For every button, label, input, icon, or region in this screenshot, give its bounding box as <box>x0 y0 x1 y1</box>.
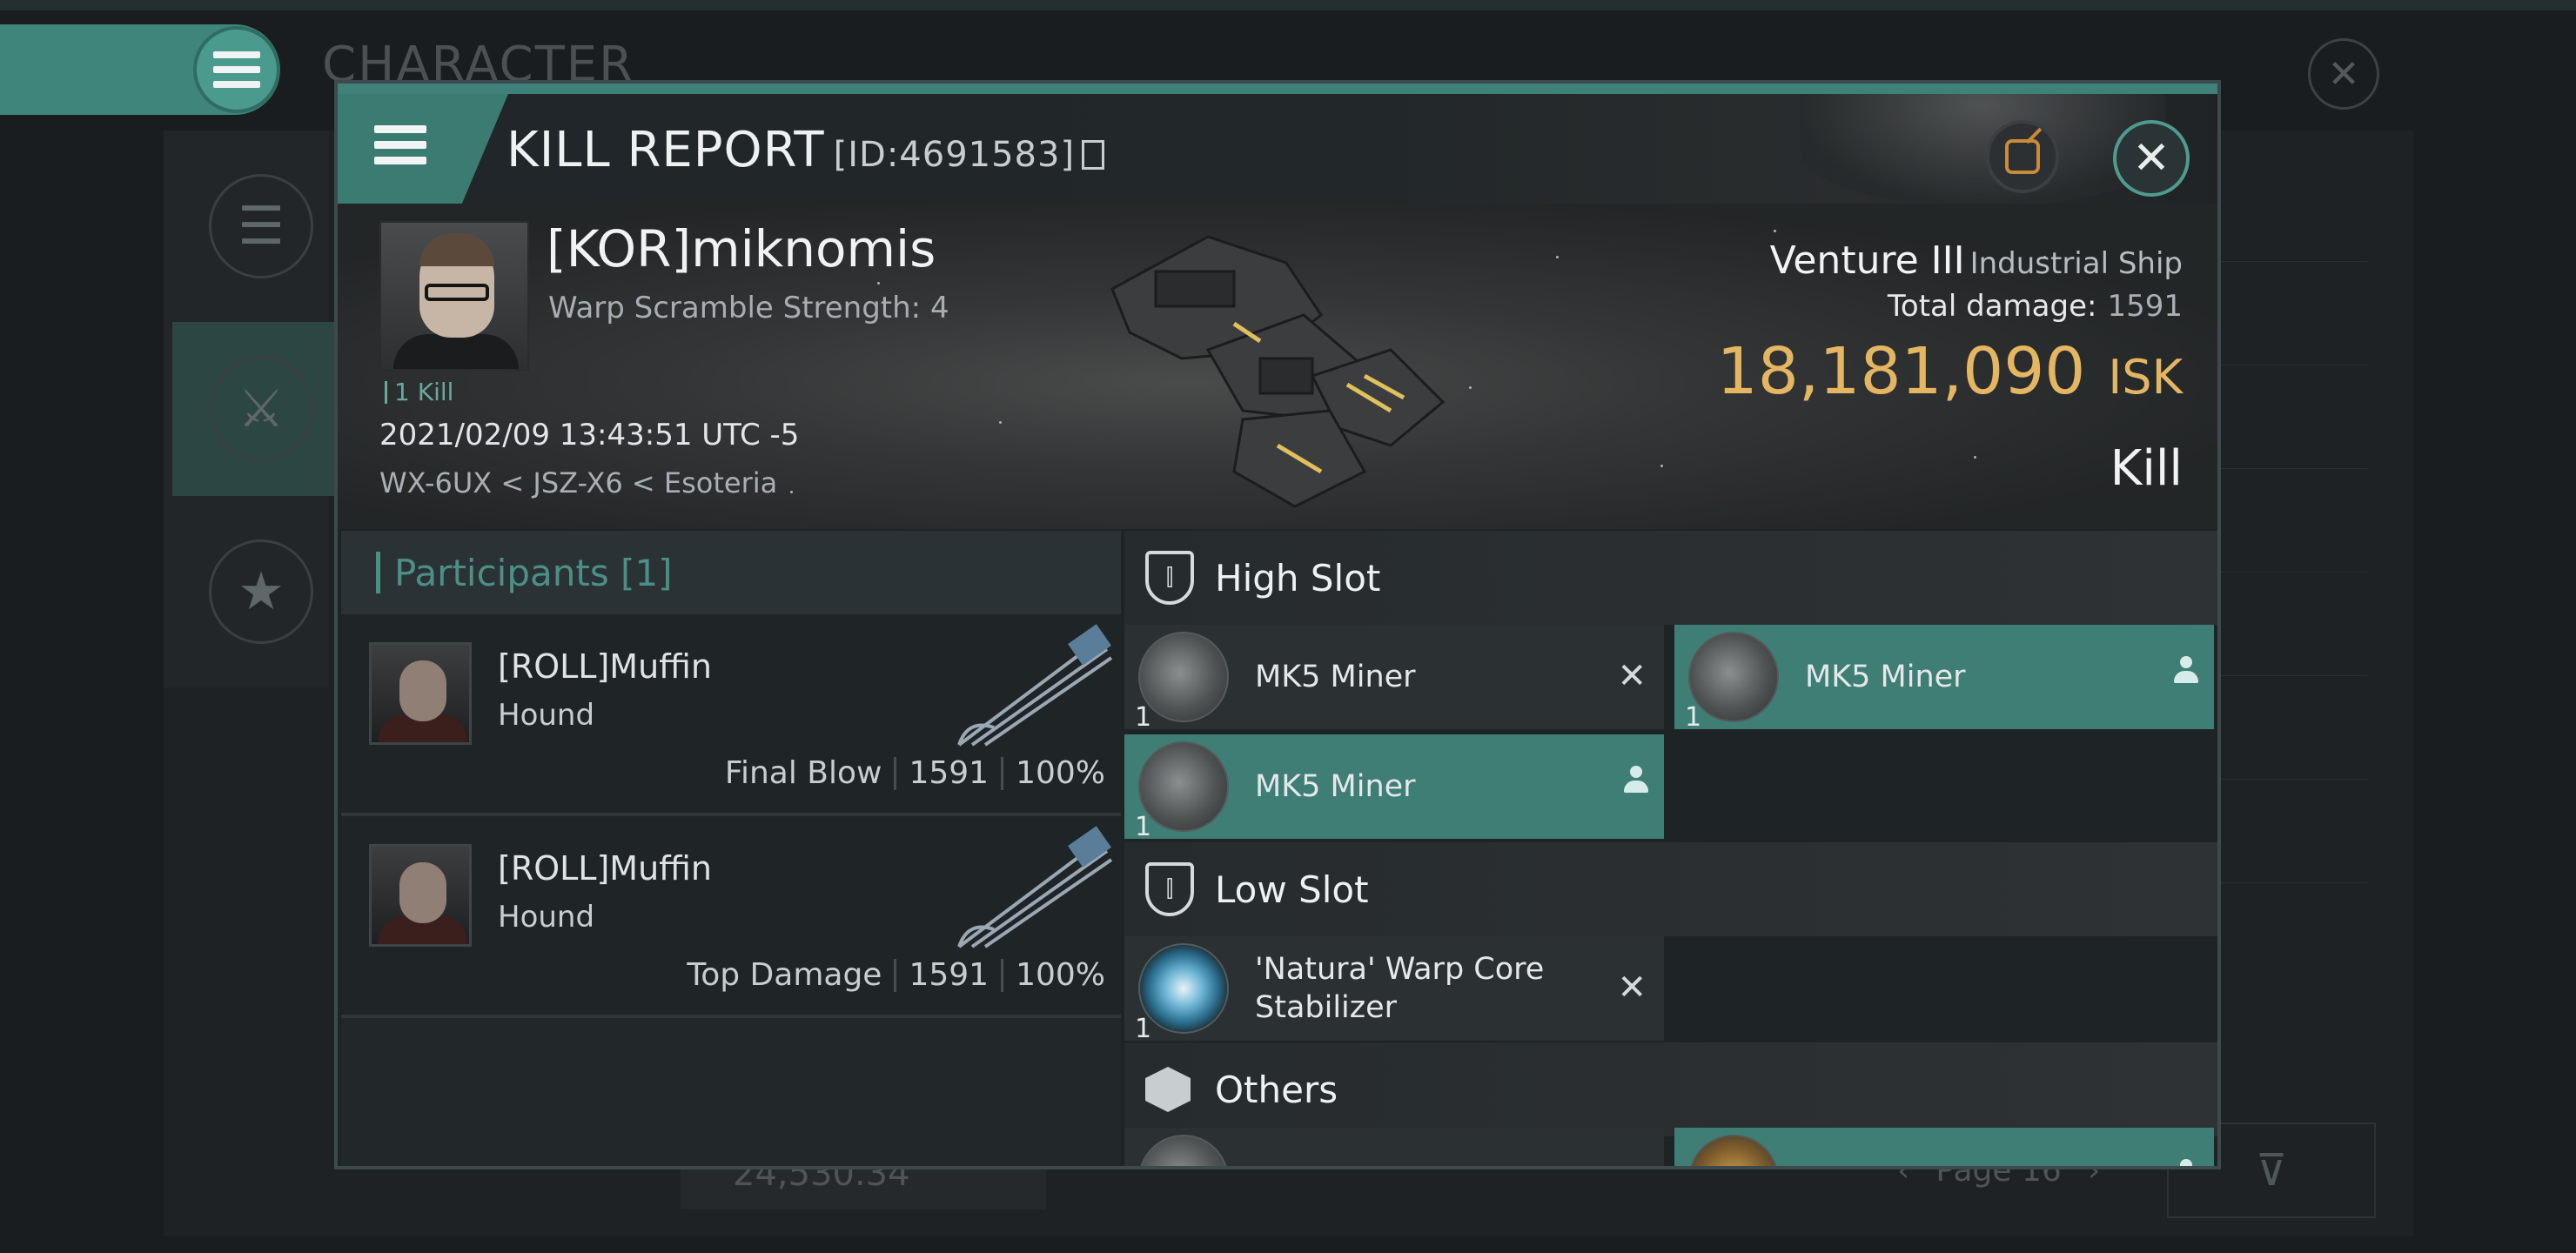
dropped-person-icon <box>2174 1159 2197 1166</box>
high-slot-header: ⫿ High Slot <box>1124 531 2217 625</box>
low-slot-icon: ⫿ <box>1145 862 1194 916</box>
isk-value: 18,181,090 ISK <box>1717 334 2183 409</box>
participant-percent: 100% <box>1016 957 1105 993</box>
destroyed-icon: ✕ <box>1617 656 1647 696</box>
participant-percent: 100% <box>1016 755 1105 791</box>
kill-id: [ID:4691583] <box>833 135 1076 175</box>
total-damage-label: Total damage: <box>1887 289 2097 324</box>
planet-backdrop <box>1800 94 2165 207</box>
kill-datetime: 2021/02/09 13:43:51 UTC -5 <box>379 418 800 452</box>
module-item[interactable]: 1 MK5 Miner <box>1674 625 2214 733</box>
kill-location[interactable]: WX-6UX < JSZ-X6 < Esoteria <box>379 466 777 499</box>
warp-core-stabilizer-icon: 1 <box>1135 943 1229 1044</box>
ship-type: Venture III Industrial Ship <box>1770 238 2183 283</box>
dropped-person-icon <box>1624 766 1648 795</box>
copy-icon[interactable] <box>1082 140 1105 170</box>
kill-report-modal: KILL REPORT [ID:4691583] ✕ [KOR]miknomis … <box>334 80 2221 1169</box>
module-item[interactable]: 1 'Natura' Warp Core Stabilizer ✕ <box>1124 936 1664 1044</box>
participant-ship: Hound <box>498 698 595 733</box>
module-name: Miner Circulation <box>1255 1161 1586 1166</box>
venture-ship-image[interactable] <box>1104 219 1452 515</box>
destroyed-icon: ✕ <box>1617 1159 1647 1166</box>
miner-module-icon: 1 <box>1135 741 1229 842</box>
participant-portrait[interactable] <box>369 844 472 947</box>
module-item[interactable]: Crokite <box>1674 1128 2214 1166</box>
high-slot-icon: ⫿ <box>1145 551 1194 605</box>
top-strip <box>0 0 2576 10</box>
destroyed-icon: ✕ <box>1617 968 1647 1008</box>
participant-name: [ROLL]Muffin <box>498 647 712 686</box>
weapon-icon <box>957 826 1113 948</box>
module-item[interactable]: 1 MK5 Miner ✕ <box>1124 625 1664 733</box>
module-qty: 1 <box>1135 812 1152 842</box>
cargo-cube-icon <box>1145 1067 1191 1112</box>
victim-portrait[interactable] <box>379 221 529 371</box>
participant-stats: Final Blow 1591 100% <box>725 755 1105 791</box>
close-button[interactable]: ✕ <box>2113 120 2190 197</box>
modal-top-accent <box>338 84 2217 94</box>
participants-header[interactable]: Participants [1] <box>341 531 1121 614</box>
participant-damage: 1591 <box>909 957 989 993</box>
high-slot-label: High Slot <box>1215 556 1381 600</box>
victim-banner: [KOR]miknomis Warp Scramble Strength: 4 … <box>338 204 2217 529</box>
external-link-icon <box>2005 139 2040 174</box>
isk-amount: 18,181,090 <box>1716 334 2086 409</box>
victim-kill-count: 1 Kill <box>385 378 453 406</box>
background-close-icon[interactable]: ✕ <box>2308 38 2379 110</box>
module-name: 'Natura' Warp Core Stabilizer <box>1255 952 1545 1025</box>
miner-module-icon: 1 <box>1685 632 1779 733</box>
main-menu-button[interactable] <box>193 26 280 113</box>
participant-row[interactable]: [ROLL]Muffin Hound Final Blow 1591 100% <box>341 614 1121 816</box>
others-header: Others <box>1124 1042 2217 1136</box>
warp-scramble-strength: Warp Scramble Strength: 4 <box>548 291 949 325</box>
participant-portrait[interactable] <box>369 642 472 745</box>
dropped-person-icon <box>2174 656 2198 686</box>
participant-ship: Hound <box>498 900 595 935</box>
result-label: Kill <box>2110 440 2183 497</box>
crokite-ore-icon <box>1688 1135 1779 1166</box>
fittings-panel: ⫿ High Slot 1 MK5 Miner ✕ 1 MK5 Miner 1 … <box>1124 531 2217 1166</box>
modal-header: KILL REPORT [ID:4691583] ✕ <box>338 94 2217 211</box>
module-qty: 1 <box>1135 1014 1152 1044</box>
module-item[interactable]: 1 MK5 Miner <box>1124 734 1664 842</box>
module-item[interactable]: Miner Circulation ✕ <box>1124 1128 1664 1166</box>
total-damage: Total damage: 1591 <box>1888 289 2183 324</box>
module-qty: 1 <box>1685 702 1702 733</box>
participant-damage: 1591 <box>909 755 989 791</box>
menu-icon <box>374 125 426 164</box>
others-label: Others <box>1215 1068 1338 1111</box>
list-icon: ☰ <box>209 174 313 278</box>
star-icon: ★ <box>209 539 313 644</box>
participants-panel: Participants [1] [ROLL]Muffin Hound Fina… <box>341 531 1121 1166</box>
ship-name[interactable]: Venture III <box>1770 238 1965 283</box>
low-slot-label: Low Slot <box>1215 868 1369 911</box>
module-qty: 1 <box>1135 702 1152 733</box>
miner-circulation-icon <box>1138 1135 1229 1166</box>
share-button[interactable] <box>1986 120 2059 193</box>
participant-name: [ROLL]Muffin <box>498 849 712 888</box>
menu-icon <box>213 51 260 88</box>
low-slot-header: ⫿ Low Slot <box>1124 842 2217 936</box>
modal-title-text: KILL REPORT <box>506 122 825 178</box>
ship-class: Industrial Ship <box>1969 246 2183 281</box>
total-damage-value: 1591 <box>2107 289 2183 324</box>
weapon-icon <box>957 624 1113 747</box>
module-name: MK5 Miner <box>1255 660 1416 694</box>
participant-stats: Top Damage 1591 100% <box>687 957 1105 993</box>
module-name: MK5 Miner <box>1255 769 1416 804</box>
participant-row[interactable]: [ROLL]Muffin Hound Top Damage 1591 100% <box>341 816 1121 1018</box>
isk-unit: ISK <box>2108 350 2183 405</box>
participant-label: Top Damage <box>687 957 882 993</box>
victim-name[interactable]: [KOR]miknomis <box>547 219 936 278</box>
modal-menu-button[interactable] <box>338 94 508 207</box>
close-icon: ✕ <box>2132 132 2170 184</box>
module-name: Crokite <box>1805 1161 2136 1166</box>
participant-label: Final Blow <box>724 755 882 791</box>
crossed-swords-icon: ⚔ <box>209 357 313 461</box>
module-name: MK5 Miner <box>1805 660 1966 694</box>
miner-module-icon: 1 <box>1135 632 1229 733</box>
modal-title: KILL REPORT [ID:4691583] <box>506 122 1105 178</box>
